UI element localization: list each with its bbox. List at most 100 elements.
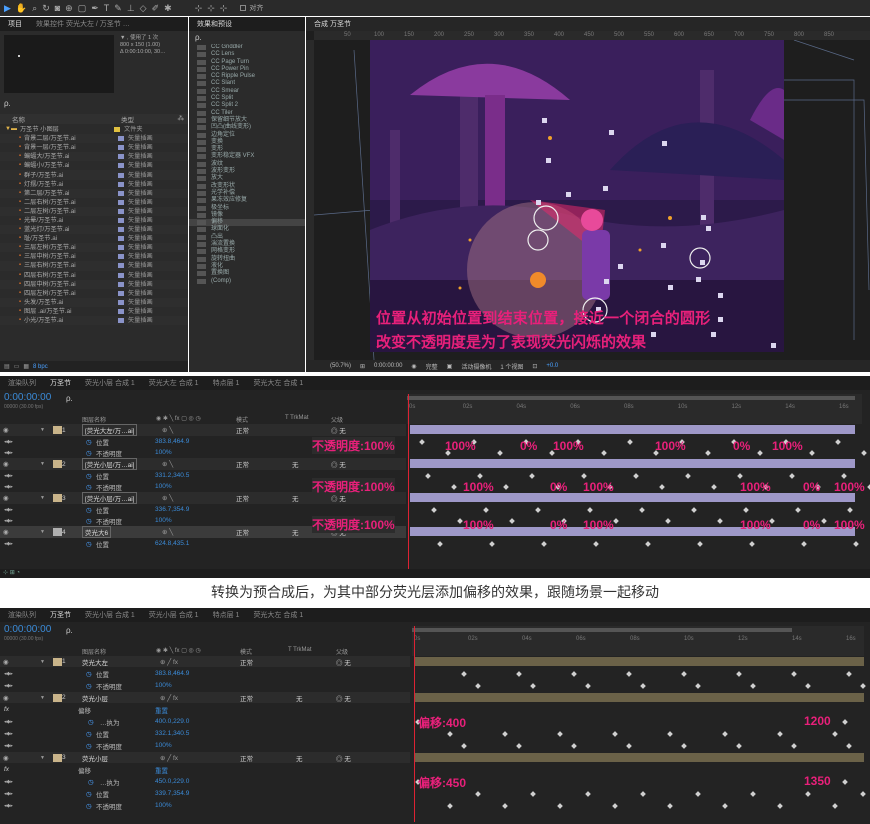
pen-tool-icon[interactable]: ✒ <box>91 3 99 14</box>
keyframe[interactable] <box>612 731 618 737</box>
label-color[interactable] <box>53 426 62 434</box>
col-layer-name[interactable]: 图层名称 <box>82 647 106 656</box>
property-value[interactable]: 100% <box>155 517 172 524</box>
stopwatch-icon[interactable]: ◷ <box>86 472 92 480</box>
puppet-tool-icon[interactable]: ✱ <box>164 3 172 14</box>
keyframe[interactable] <box>601 450 607 456</box>
keyframe[interactable] <box>685 473 691 479</box>
layer-duration-bar[interactable] <box>410 459 855 468</box>
keyframe[interactable] <box>750 791 756 797</box>
timeline2-work-area[interactable] <box>412 628 792 632</box>
keyframe[interactable] <box>502 731 508 737</box>
selection-tool-icon[interactable]: ▶ <box>4 3 11 14</box>
tab-1[interactable]: 万圣节 <box>48 377 73 389</box>
mode-dropdown[interactable]: 正常 <box>240 657 253 667</box>
stopwatch-icon[interactable]: ◷ <box>86 438 92 446</box>
keyframe[interactable] <box>475 683 481 689</box>
parent-dropdown[interactable]: ◎ 无 <box>336 657 351 667</box>
timeline1-timecode[interactable]: 0:00:00:00 <box>4 392 51 403</box>
visibility-icon[interactable]: ◉ <box>3 694 9 702</box>
tab-0[interactable]: 渲染队列 <box>6 377 38 389</box>
list-item[interactable]: ▪ 耻/万圣节.ai 矢量插画 <box>0 234 188 244</box>
keyframe[interactable] <box>835 439 841 445</box>
expand-arrow-icon[interactable]: ▼ <box>40 495 45 501</box>
keyframe[interactable] <box>640 683 646 689</box>
tab-2[interactable]: 荧光小层 合成 1 <box>83 609 137 621</box>
property-value[interactable]: 100% <box>155 483 172 490</box>
effect-item[interactable]: CC Tiler <box>189 110 305 117</box>
label-swatch[interactable] <box>118 190 124 196</box>
snap-checkbox[interactable] <box>240 5 247 11</box>
mode-dropdown[interactable]: 正常 <box>236 425 249 435</box>
view-layout-dropdown[interactable]: 1 个视图 <box>500 362 523 371</box>
stopwatch-icon[interactable]: ◷ <box>86 682 92 690</box>
timeline2-timecode[interactable]: 0:00:00:00 <box>4 624 51 635</box>
keyframe-nav-icon[interactable]: ◂◆▸ <box>4 518 13 524</box>
keyframe-nav-icon[interactable]: ◂◆▸ <box>4 743 13 749</box>
keyframe[interactable] <box>795 507 801 513</box>
keyframe[interactable] <box>530 791 536 797</box>
property-value[interactable]: 336.7,354.9 <box>155 506 189 513</box>
property-value[interactable]: 100% <box>155 802 172 809</box>
property-value[interactable]: 383.8,464.9 <box>155 670 189 677</box>
keyframe[interactable] <box>585 683 591 689</box>
effect-item[interactable]: 湍流置换 <box>189 241 305 248</box>
mode-dropdown[interactable]: 正常 <box>240 693 253 703</box>
keyframe[interactable] <box>659 484 665 490</box>
fx-icon[interactable]: fx <box>4 766 9 773</box>
effect-item[interactable]: 置换图 <box>189 270 305 277</box>
text-tool-icon[interactable]: T <box>104 3 110 13</box>
keyframe[interactable] <box>805 791 811 797</box>
layer-switches[interactable]: ⊕ ╱ fx <box>160 694 178 702</box>
new-comp-icon[interactable]: ▦ <box>23 363 29 370</box>
keyframe[interactable] <box>497 450 503 456</box>
col-mode[interactable]: 模式 <box>240 647 252 656</box>
layer-row[interactable]: ◉ ▼ 2 [荧光小层/万…ai] ⊕ ╲ 正常 无 ◎ 无 <box>0 458 406 470</box>
layer-duration-bar[interactable] <box>414 753 864 762</box>
keyframe[interactable] <box>626 671 632 677</box>
keyframe[interactable] <box>613 518 619 524</box>
effect-item[interactable]: CC Split 2 <box>189 102 305 109</box>
trkmat-dropdown[interactable]: 无 <box>292 527 299 537</box>
list-item[interactable]: ▪ 蝙蝠小/万圣节.ai 矢量插画 <box>0 161 188 171</box>
keyframe[interactable] <box>587 507 593 513</box>
mode-dropdown[interactable]: 正常 <box>236 493 249 503</box>
list-item[interactable]: ▪ 灯摆/万圣节.ai 矢量插画 <box>0 179 188 189</box>
keyframe[interactable] <box>541 541 547 547</box>
stopwatch-icon[interactable]: ◷ <box>86 506 92 514</box>
motion-handle[interactable] <box>603 186 608 191</box>
effect-item[interactable]: CC Slant <box>189 80 305 87</box>
property-value[interactable]: 450.0,229.0 <box>155 778 189 785</box>
keyframe-nav-icon[interactable]: ◂◆▸ <box>4 439 13 445</box>
motion-handle[interactable] <box>661 243 666 248</box>
keyframe[interactable] <box>626 743 632 749</box>
label-swatch[interactable] <box>118 308 124 314</box>
label-swatch[interactable] <box>118 245 124 251</box>
keyframe[interactable] <box>711 484 717 490</box>
keyframe[interactable] <box>425 473 431 479</box>
visibility-icon[interactable]: ◉ <box>3 494 9 502</box>
effect-item[interactable]: CC Ripple Pulse <box>189 73 305 80</box>
col-name[interactable]: 名称 <box>0 114 115 124</box>
keyframe-nav-icon[interactable]: ◂◆▸ <box>4 791 13 797</box>
label-swatch[interactable] <box>118 263 124 269</box>
effect-item[interactable]: 凸出 <box>189 234 305 241</box>
keyframe[interactable] <box>757 450 763 456</box>
effect-item[interactable]: CC Lens <box>189 51 305 58</box>
effects-search[interactable]: ρ. <box>195 33 202 42</box>
layer-name[interactable]: [荧光小层/万…ai] <box>82 492 138 504</box>
col-layer-name[interactable]: 图层名称 <box>82 415 106 424</box>
keyframe[interactable] <box>509 518 515 524</box>
keyframe[interactable] <box>681 743 687 749</box>
expand-arrow-icon[interactable]: ▼ <box>40 427 45 433</box>
property-value[interactable]: 339.7,354.9 <box>155 790 189 797</box>
label-swatch[interactable] <box>118 254 124 260</box>
label-swatch[interactable] <box>118 236 124 242</box>
property-value[interactable]: 624.8,435.1 <box>155 540 189 547</box>
trkmat-dropdown[interactable]: 无 <box>296 753 303 763</box>
effect-item[interactable]: 边角定位 <box>189 132 305 139</box>
effect-item[interactable]: 凹凸(曲线变形) <box>189 124 305 131</box>
tab-effects-presets[interactable]: 效果和预设 <box>195 18 234 30</box>
keyframe[interactable] <box>457 518 463 524</box>
effect-item[interactable]: 偏移 <box>189 219 305 227</box>
